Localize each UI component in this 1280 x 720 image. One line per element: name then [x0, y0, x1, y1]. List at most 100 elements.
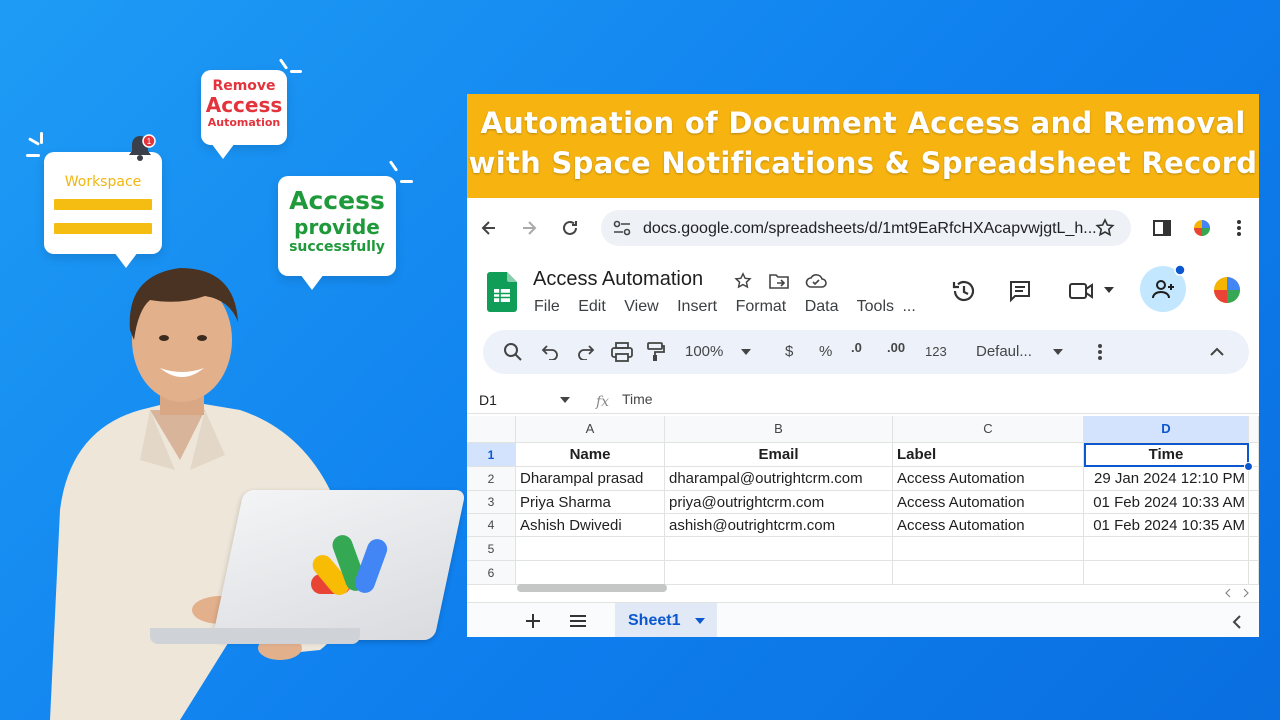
chevron-down-icon[interactable]: [695, 618, 705, 624]
version-history-icon[interactable]: [951, 278, 977, 304]
chevron-up-icon[interactable]: [1210, 347, 1224, 356]
reload-icon[interactable]: [560, 218, 580, 238]
currency-format-button[interactable]: $: [785, 343, 793, 360]
address-bar[interactable]: docs.google.com/spreadsheets/d/1mt9EaRfc…: [601, 210, 1131, 246]
zoom-select[interactable]: 100%: [685, 343, 723, 360]
chevron-down-icon[interactable]: [1104, 287, 1114, 293]
cell-a4[interactable]: Ashish Dwivedi: [516, 514, 665, 537]
more-options-icon[interactable]: [1097, 342, 1103, 362]
redo-icon[interactable]: [577, 344, 595, 360]
cell-a2[interactable]: Dharampal prasad: [516, 467, 665, 491]
cell-a6[interactable]: [516, 561, 665, 585]
cell-c1[interactable]: Label: [893, 443, 1084, 467]
document-title[interactable]: Access Automation: [533, 268, 703, 291]
meet-video-icon[interactable]: [1068, 280, 1096, 302]
sheet-tab-sheet1[interactable]: Sheet1: [615, 603, 717, 637]
cell-d3[interactable]: 01 Feb 2024 10:33 AM: [1084, 491, 1249, 514]
cell-c6[interactable]: [893, 561, 1084, 585]
chevron-down-icon[interactable]: [1053, 349, 1063, 355]
cell-b6[interactable]: [665, 561, 893, 585]
row-header-1[interactable]: 1: [467, 443, 516, 467]
search-icon[interactable]: [503, 342, 523, 362]
select-all-corner[interactable]: [467, 416, 516, 443]
menu-file[interactable]: File: [534, 298, 560, 315]
profile-avatar-icon[interactable]: [1192, 218, 1212, 238]
side-panel-icon[interactable]: [1152, 218, 1172, 238]
cell-d5[interactable]: [1084, 537, 1249, 561]
chevron-down-icon[interactable]: [560, 397, 570, 403]
horizontal-scrollbar[interactable]: [517, 584, 667, 592]
cell-b5[interactable]: [665, 537, 893, 561]
cell-e3[interactable]: [1249, 491, 1259, 514]
back-arrow-icon[interactable]: [479, 218, 499, 238]
cell-d2[interactable]: 29 Jan 2024 12:10 PM: [1084, 467, 1249, 491]
move-folder-icon[interactable]: [769, 272, 789, 290]
cell-b2[interactable]: dharampal@outrightcrm.com: [665, 467, 893, 491]
menu-insert[interactable]: Insert: [677, 298, 717, 315]
column-header-c[interactable]: C: [893, 416, 1084, 443]
menu-tools[interactable]: Tools: [857, 298, 894, 315]
account-avatar-icon[interactable]: [1213, 276, 1241, 304]
decrease-decimal-button[interactable]: .0: [851, 340, 862, 355]
name-box[interactable]: D1: [479, 392, 497, 408]
cell-a3[interactable]: Priya Sharma: [516, 491, 665, 514]
percent-format-button[interactable]: %: [819, 343, 832, 360]
sheet-tab-label: Sheet1: [628, 612, 681, 629]
column-header-d[interactable]: D: [1084, 416, 1249, 443]
cell-b1[interactable]: Email: [665, 443, 893, 467]
menu-data[interactable]: Data: [805, 298, 839, 315]
browser-menu-icon[interactable]: [1235, 218, 1243, 238]
cell-d4[interactable]: 01 Feb 2024 10:35 AM: [1084, 514, 1249, 537]
cell-c3[interactable]: Access Automation: [893, 491, 1084, 514]
star-icon[interactable]: [734, 272, 752, 290]
share-button[interactable]: [1140, 264, 1186, 312]
cell-e4[interactable]: [1249, 514, 1259, 537]
chevron-left-icon[interactable]: [1232, 615, 1242, 629]
menu-format[interactable]: Format: [736, 298, 787, 315]
formula-input[interactable]: Time: [622, 391, 653, 407]
remove-bubble-line2: Access: [205, 93, 283, 117]
cell-e5[interactable]: [1249, 537, 1259, 561]
undo-icon[interactable]: [541, 344, 559, 360]
row-header-2[interactable]: 2: [467, 467, 516, 491]
cloud-saved-icon[interactable]: [805, 272, 827, 290]
comments-icon[interactable]: [1008, 279, 1032, 303]
cell-c5[interactable]: [893, 537, 1084, 561]
cell-b3[interactable]: priya@outrightcrm.com: [665, 491, 893, 514]
add-sheet-icon[interactable]: [525, 613, 541, 629]
row-header-4[interactable]: 4: [467, 514, 516, 537]
column-header-e[interactable]: [1249, 416, 1259, 443]
cell-d6[interactable]: [1084, 561, 1249, 585]
fill-handle[interactable]: [1244, 462, 1253, 471]
print-icon[interactable]: [611, 342, 633, 362]
bookmark-star-icon[interactable]: [1095, 218, 1115, 238]
cell-c2[interactable]: Access Automation: [893, 467, 1084, 491]
cell-c4[interactable]: Access Automation: [893, 514, 1084, 537]
google-sheets-logo-icon[interactable]: [487, 272, 517, 312]
menu-more[interactable]: ...: [902, 298, 915, 315]
cell-e6[interactable]: [1249, 561, 1259, 585]
font-select[interactable]: Defaul...: [976, 343, 1032, 360]
cell-b4[interactable]: ashish@outrightcrm.com: [665, 514, 893, 537]
paint-format-icon[interactable]: [647, 342, 665, 362]
cell-d1[interactable]: Time: [1084, 443, 1249, 467]
increase-decimal-button[interactable]: .00: [887, 340, 905, 355]
row-header-6[interactable]: 6: [467, 561, 516, 585]
column-header-a[interactable]: A: [516, 416, 665, 443]
column-header-b[interactable]: B: [665, 416, 893, 443]
cell-a1[interactable]: Name: [516, 443, 665, 467]
cell-a5[interactable]: [516, 537, 665, 561]
sparkle: [388, 160, 399, 172]
scroll-arrows-icon[interactable]: [1224, 588, 1250, 598]
site-settings-icon[interactable]: [613, 220, 631, 236]
forward-arrow-icon[interactable]: [519, 218, 539, 238]
menu-view[interactable]: View: [624, 298, 658, 315]
number-format-button[interactable]: 123: [925, 344, 947, 359]
cell-e2[interactable]: [1249, 467, 1259, 491]
chevron-down-icon[interactable]: [741, 349, 751, 355]
row-header-5[interactable]: 5: [467, 537, 516, 561]
remove-bubble-line3: Automation: [207, 116, 281, 129]
all-sheets-menu-icon[interactable]: [569, 614, 587, 628]
row-header-3[interactable]: 3: [467, 491, 516, 514]
menu-edit[interactable]: Edit: [578, 298, 606, 315]
